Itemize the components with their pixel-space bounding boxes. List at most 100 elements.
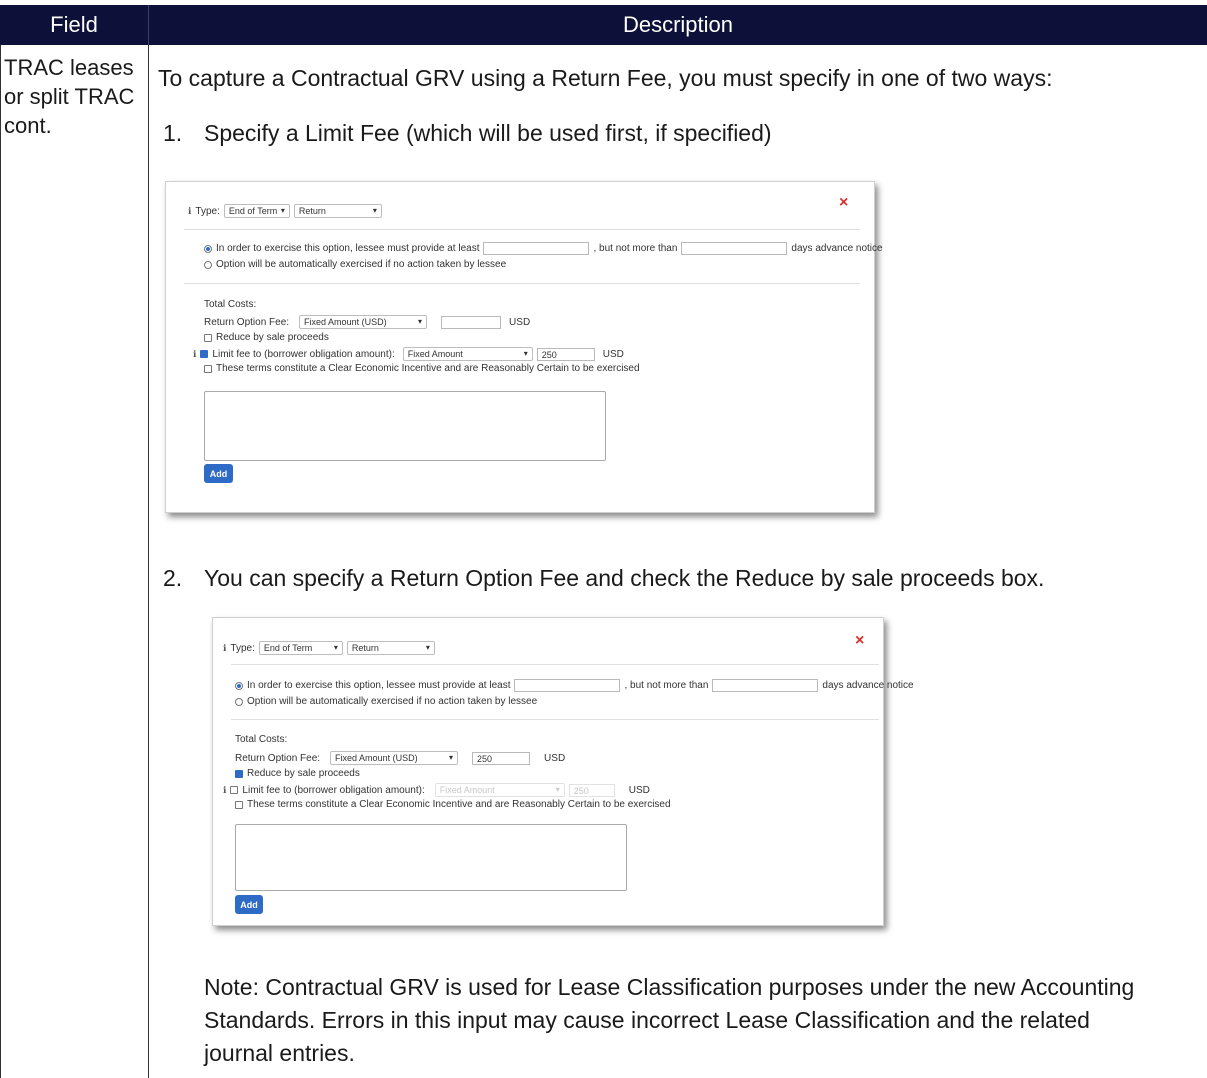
chevron-down-icon: ▾ xyxy=(523,349,528,358)
divider xyxy=(184,283,860,284)
column-divider xyxy=(148,45,149,1078)
subtype-select[interactable]: Return ▾ xyxy=(293,204,382,218)
notes-textarea[interactable] xyxy=(235,824,627,891)
chevron-down-icon: ▾ xyxy=(418,317,423,326)
close-icon[interactable]: × xyxy=(839,194,848,212)
currency-label: USD xyxy=(628,784,650,796)
note-paragraph: Note: Contractual GRV is used for Lease … xyxy=(204,974,1135,1066)
chevron-down-icon: ▾ xyxy=(280,206,285,215)
divider xyxy=(231,719,879,720)
not-more-than-label: , but not more than xyxy=(624,680,709,691)
return-fee-label: Return Option Fee: xyxy=(204,316,290,328)
chevron-down-icon: ▾ xyxy=(425,643,430,652)
limit-checkbox[interactable] xyxy=(200,350,209,358)
total-costs-label: Total Costs: xyxy=(235,734,288,745)
header-field: Field xyxy=(50,12,98,37)
reduce-row: Reduce by sale proceeds xyxy=(204,332,329,343)
limit-row: ℹ Limit fee to (borrower obligation amou… xyxy=(193,347,624,361)
incentive-label: These terms constitute a Clear Economic … xyxy=(247,799,671,810)
currency-label: USD xyxy=(509,316,531,328)
limit-checkbox[interactable] xyxy=(230,786,239,794)
auto-radio[interactable] xyxy=(204,260,212,269)
not-more-than-label: , but not more than xyxy=(593,243,678,254)
incentive-label: These terms constitute a Clear Economic … xyxy=(216,363,640,374)
return-fee-row: Return Option Fee: Fixed Amount (USD) ▾ 2… xyxy=(235,751,565,765)
add-button[interactable]: Add xyxy=(204,464,233,483)
info-icon: ℹ xyxy=(188,205,192,216)
info-icon: ℹ xyxy=(193,348,197,359)
type-select[interactable]: End of Term ▾ xyxy=(258,641,343,655)
type-select[interactable]: End of Term ▾ xyxy=(223,204,290,218)
max-days-input[interactable] xyxy=(681,242,788,255)
table-header: Field Description xyxy=(0,5,1207,45)
currency-label: USD xyxy=(602,348,624,360)
days-label: days advance notice xyxy=(822,680,914,691)
dialog-screenshot-limit-fee: × ℹ Type: End of Term ▾ Return ▾ In order … xyxy=(165,181,883,513)
close-icon[interactable]: × xyxy=(855,632,864,650)
auto-radio[interactable] xyxy=(235,697,243,706)
notice-radio[interactable] xyxy=(235,681,243,690)
divider xyxy=(231,664,879,665)
days-label: days advance notice xyxy=(791,243,883,254)
chevron-down-icon: ▾ xyxy=(449,753,454,762)
notice-radio[interactable] xyxy=(204,244,212,253)
currency-label: USD xyxy=(544,752,566,764)
type-row: ℹ Type: End of Term ▾ Return ▾ xyxy=(223,641,435,655)
chevron-down-icon: ▾ xyxy=(372,206,377,215)
limit-type-select[interactable]: Fixed Amount ▾ xyxy=(434,783,565,797)
auto-row: Option will be automatically exercised i… xyxy=(204,259,506,270)
return-fee-type-select[interactable]: Fixed Amount (USD) ▾ xyxy=(330,751,459,765)
list-item-number: 1. xyxy=(163,120,183,146)
chevron-down-icon: ▾ xyxy=(555,785,560,794)
limit-label: Limit fee to (borrower obligation amount… xyxy=(212,348,395,360)
reduce-checkbox[interactable] xyxy=(235,769,243,778)
dialog-screenshot-reduce-by-sale: × ℹ Type: End of Term ▾ Return ▾ In order … xyxy=(212,617,914,926)
reduce-row: Reduce by sale proceeds xyxy=(235,768,360,779)
header-description: Description xyxy=(622,12,734,37)
lead-paragraph: To capture a Contractual GRV using a Ret… xyxy=(158,65,1053,91)
notice-label: In order to exercise this option, lessee… xyxy=(216,243,480,254)
limit-value-input[interactable]: 250 xyxy=(568,783,615,797)
divider xyxy=(184,229,860,230)
limit-type-select[interactable]: Fixed Amount ▾ xyxy=(402,347,533,361)
max-days-input[interactable] xyxy=(712,679,819,692)
notice-row: In order to exercise this option, lessee… xyxy=(204,242,883,255)
return-fee-input[interactable] xyxy=(441,315,502,329)
reduce-label: Reduce by sale proceeds xyxy=(247,768,360,779)
table-left-border xyxy=(0,45,1,1078)
reduce-label: Reduce by sale proceeds xyxy=(216,332,329,343)
return-fee-label: Return Option Fee: xyxy=(235,752,321,764)
subtype-select[interactable]: Return ▾ xyxy=(346,641,435,655)
info-icon: ℹ xyxy=(223,784,227,795)
type-label: Type: xyxy=(195,205,220,217)
incentive-checkbox[interactable] xyxy=(204,364,212,373)
type-row: ℹ Type: End of Term ▾ Return ▾ xyxy=(188,204,382,218)
incentive-row: These terms constitute a Clear Economic … xyxy=(204,363,640,374)
reduce-checkbox[interactable] xyxy=(204,333,212,342)
list-item-text: Specify a Limit Fee (which will be used … xyxy=(204,120,772,146)
min-days-input[interactable] xyxy=(483,242,590,255)
return-fee-input[interactable]: 250 xyxy=(472,751,531,765)
auto-label: Option will be automatically exercised i… xyxy=(247,696,538,707)
list-item-number: 2. xyxy=(163,565,183,591)
incentive-checkbox[interactable] xyxy=(235,800,243,809)
auto-row: Option will be automatically exercised i… xyxy=(235,696,537,707)
add-button[interactable]: Add xyxy=(235,895,263,914)
total-costs-label: Total Costs: xyxy=(204,299,257,310)
notes-textarea[interactable] xyxy=(204,391,606,461)
notice-row: In order to exercise this option, lessee… xyxy=(235,679,914,692)
incentive-row: These terms constitute a Clear Economic … xyxy=(235,799,671,810)
info-icon: ℹ xyxy=(223,642,227,653)
limit-row: ℹ Limit fee to (borrower obligation amou… xyxy=(223,783,650,797)
type-label: Type: xyxy=(230,642,255,654)
limit-label: Limit fee to (borrower obligation amount… xyxy=(242,784,425,796)
min-days-input[interactable] xyxy=(514,679,621,692)
notice-label: In order to exercise this option, lessee… xyxy=(247,680,511,691)
list-item-text: You can specify a Return Option Fee and … xyxy=(204,565,1045,591)
field-cell: TRAC leases or split TRAC cont. xyxy=(4,55,135,138)
limit-value-input[interactable]: 250 xyxy=(536,347,595,361)
chevron-down-icon: ▾ xyxy=(333,643,338,652)
return-fee-row: Return Option Fee: Fixed Amount (USD) ▾ U… xyxy=(204,315,530,329)
return-fee-type-select[interactable]: Fixed Amount (USD) ▾ xyxy=(299,315,428,329)
auto-label: Option will be automatically exercised i… xyxy=(216,259,507,270)
